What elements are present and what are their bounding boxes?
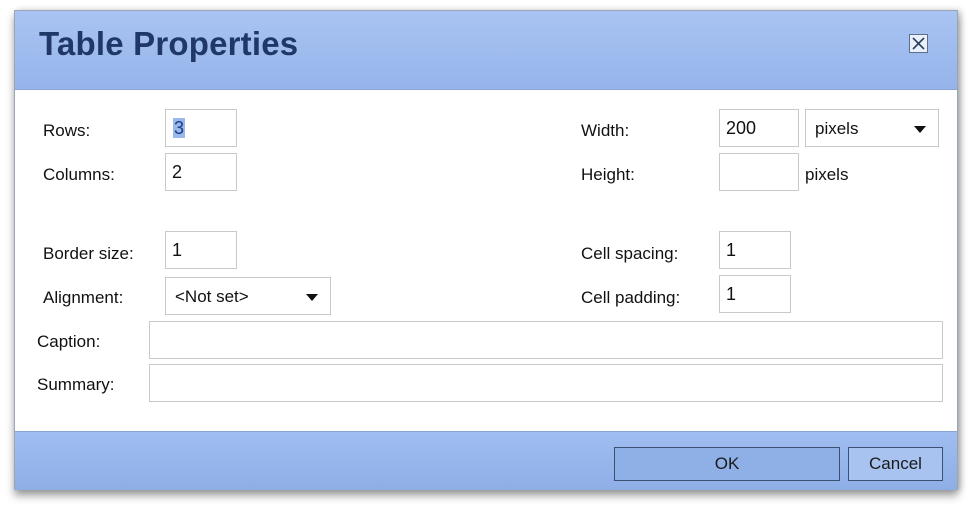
cancel-button[interactable]: Cancel xyxy=(848,447,943,481)
cell-spacing-label: Cell spacing: xyxy=(581,244,679,263)
dialog-title: Table Properties xyxy=(39,25,299,62)
chevron-down-icon xyxy=(306,294,318,301)
border-size-label: Border size: xyxy=(43,244,134,263)
table-properties-dialog: Table Properties Rows: 3 Columns: Border… xyxy=(14,10,958,490)
cell-padding-input[interactable] xyxy=(719,275,791,313)
rows-label: Rows: xyxy=(43,121,91,140)
alignment-label: Alignment: xyxy=(43,288,124,307)
height-unit-label: pixels xyxy=(805,165,849,184)
width-unit-select[interactable]: pixels xyxy=(805,109,939,147)
summary-label: Summary: xyxy=(37,375,115,394)
dialog-titlebar: Table Properties xyxy=(15,11,957,90)
close-icon xyxy=(912,37,925,50)
summary-input[interactable] xyxy=(149,364,943,402)
chevron-down-icon xyxy=(914,126,926,133)
border-size-input[interactable] xyxy=(165,231,237,269)
cell-padding-label: Cell padding: xyxy=(581,288,681,307)
height-label: Height: xyxy=(581,165,635,184)
width-unit-value: pixels xyxy=(815,119,859,138)
close-button[interactable] xyxy=(909,34,928,53)
rows-input[interactable]: 3 xyxy=(165,109,237,147)
height-input[interactable] xyxy=(719,153,799,191)
ok-button[interactable]: OK xyxy=(614,447,840,481)
caption-label: Caption: xyxy=(37,332,101,351)
alignment-value: <Not set> xyxy=(175,287,249,306)
width-label: Width: xyxy=(581,121,630,140)
caption-input[interactable] xyxy=(149,321,943,359)
cell-spacing-input[interactable] xyxy=(719,231,791,269)
width-input[interactable] xyxy=(719,109,799,147)
rows-value: 3 xyxy=(173,118,186,138)
alignment-select[interactable]: <Not set> xyxy=(165,277,331,315)
columns-label: Columns: xyxy=(43,165,115,184)
columns-input[interactable] xyxy=(165,153,237,191)
